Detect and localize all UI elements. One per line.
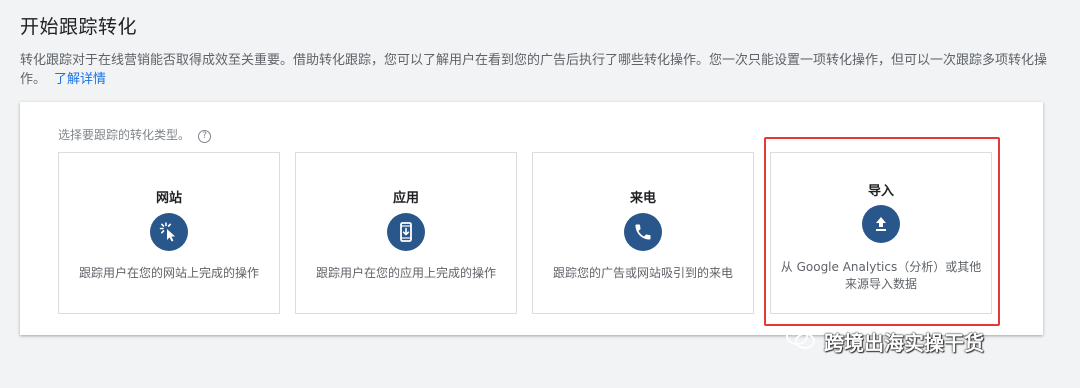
watermark-text: 跨境出海实操干货: [824, 330, 984, 355]
conversion-type-prompt: 选择要跟踪的转化类型。?: [58, 126, 212, 143]
card-title: 网站: [155, 191, 182, 206]
description-text: 转化跟踪对于在线营销能否取得成效至关重要。借助转化跟踪，您可以了解用户在看到您的…: [20, 53, 1048, 87]
cursor-click-icon: [150, 213, 188, 251]
upload-icon: [862, 205, 900, 243]
card-phone-calls[interactable]: 来电 跟踪您的广告或网站吸引到的来电: [532, 152, 754, 314]
card-website[interactable]: 网站 跟踪用户在您的网站上完成的操作: [58, 152, 280, 314]
card-title: 导入: [867, 184, 894, 199]
prompt-label: 选择要跟踪的转化类型。: [58, 128, 191, 142]
watermark: 跨境出海实操干货: [786, 326, 984, 356]
card-title: 应用: [392, 191, 419, 206]
conversion-type-panel: 选择要跟踪的转化类型。? 网站 跟踪用户在您的网站上完成的操作 应用 跟踪用户在…: [20, 102, 1043, 335]
learn-more-link[interactable]: 了解详情: [54, 72, 106, 87]
card-description: 从 Google Analytics（分析）或其他来源导入数据: [780, 260, 982, 291]
card-description: 跟踪用户在您的应用上完成的操作: [315, 266, 496, 280]
phone-icon: [624, 213, 662, 251]
card-description: 跟踪用户在您的网站上完成的操作: [78, 266, 259, 280]
mobile-app-icon: [387, 213, 425, 251]
page-description: 转化跟踪对于在线营销能否取得成效至关重要。借助转化跟踪，您可以了解用户在看到您的…: [20, 51, 1060, 89]
help-icon[interactable]: ?: [198, 130, 212, 143]
wechat-logo-icon: [786, 326, 816, 357]
card-import[interactable]: 导入 从 Google Analytics（分析）或其他来源导入数据: [770, 152, 992, 314]
page-title: 开始跟踪转化: [20, 16, 138, 38]
card-title: 来电: [629, 191, 656, 206]
card-description: 跟踪您的广告或网站吸引到的来电: [552, 266, 733, 280]
card-app[interactable]: 应用 跟踪用户在您的应用上完成的操作: [295, 152, 517, 314]
